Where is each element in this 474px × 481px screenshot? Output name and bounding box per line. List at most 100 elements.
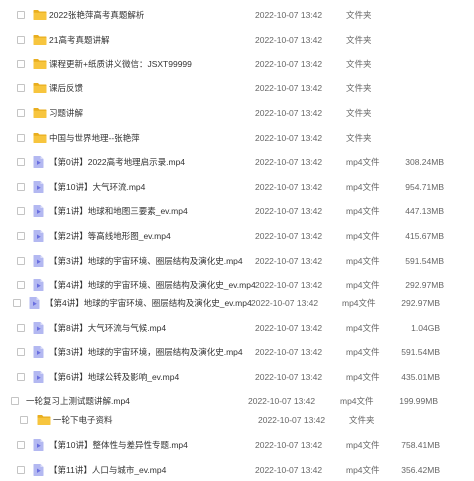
- modified-date: 2022-10-07 13:42: [255, 133, 323, 143]
- modified-date: 2022-10-07 13:42: [251, 298, 319, 308]
- file-size: 199.99MB: [399, 396, 438, 406]
- file-type: 文件夹: [346, 133, 372, 143]
- row-checkbox[interactable]: [20, 416, 28, 424]
- row-checkbox[interactable]: [17, 466, 25, 474]
- file-name[interactable]: 课程更新+纸质讲义微信：JSXT99999: [49, 58, 192, 70]
- row-checkbox[interactable]: [17, 84, 25, 92]
- row-checkbox[interactable]: [17, 134, 25, 142]
- file-name[interactable]: 【第10讲】整体性与差异性专题.mp4: [49, 439, 188, 451]
- file-row[interactable]: 21高考真题讲解 2022-10-07 13:42 文件夹: [0, 30, 474, 50]
- file-row[interactable]: 【第6讲】地球公转及影响_ev.mp4 2022-10-07 13:42 mp4文件…: [0, 367, 474, 387]
- file-size: 954.71MB: [405, 182, 444, 192]
- file-row[interactable]: 【第11讲】人口与城市_ev.mp4 2022-10-07 13:42 mp4文件 3…: [0, 460, 474, 480]
- folder-icon: [37, 415, 51, 426]
- file-type: mp4文件: [346, 256, 380, 266]
- file-size: 435.01MB: [401, 372, 440, 382]
- folder-icon: [33, 35, 47, 46]
- file-row[interactable]: 【第1讲】地球和地图三要素_ev.mp4 2022-10-07 13:42 mp4文…: [0, 201, 474, 221]
- file-name[interactable]: 课后反馈: [49, 82, 83, 94]
- modified-date: 2022-10-07 13:42: [255, 182, 323, 192]
- video-file-icon: [33, 279, 44, 292]
- file-row[interactable]: 【第8讲】大气环流与气候.mp4 2022-10-07 13:42 mp4文件 1.0…: [0, 318, 474, 338]
- file-name[interactable]: 【第10讲】大气环流.mp4: [49, 181, 145, 193]
- file-name[interactable]: 21高考真题讲解: [49, 34, 109, 46]
- file-row[interactable]: 一轮复习上测试题讲解.mp4 2022-10-07 13:42 mp4文件 199.9…: [0, 391, 474, 411]
- row-checkbox[interactable]: [13, 299, 21, 307]
- file-type: mp4文件: [346, 231, 380, 241]
- modified-date: 2022-10-07 13:42: [255, 35, 323, 45]
- file-type: mp4文件: [346, 280, 380, 290]
- file-name[interactable]: 【第11讲】人口与城市_ev.mp4: [49, 464, 166, 476]
- file-row[interactable]: 【第4讲】地球的宇宙环境、圈层结构及演化史_ev.mp4 2022-10-07 1…: [0, 293, 474, 313]
- file-name[interactable]: 【第3讲】地球的宇宙环境，圈层结构及演化史.mp4: [49, 346, 243, 358]
- file-type: mp4文件: [346, 372, 380, 382]
- folder-icon: [33, 133, 47, 144]
- row-checkbox[interactable]: [17, 257, 25, 265]
- modified-date: 2022-10-07 13:42: [255, 372, 323, 382]
- folder-icon: [33, 10, 47, 21]
- file-row[interactable]: 【第3讲】地球的宇宙环境、圈层结构及演化史.mp4 2022-10-07 13:4…: [0, 251, 474, 271]
- row-checkbox[interactable]: [17, 281, 25, 289]
- file-name[interactable]: 一轮复习上测试题讲解.mp4: [26, 395, 130, 407]
- row-checkbox[interactable]: [11, 397, 19, 405]
- file-name[interactable]: 【第3讲】地球的宇宙环境、圈层结构及演化史.mp4: [49, 255, 243, 267]
- video-file-icon: [33, 371, 44, 384]
- file-row[interactable]: 【第10讲】整体性与差异性专题.mp4 2022-10-07 13:42 mp4文件…: [0, 435, 474, 455]
- row-checkbox[interactable]: [17, 11, 25, 19]
- file-type: 文件夹: [349, 415, 375, 425]
- video-file-icon: [33, 181, 44, 194]
- file-size: 591.54MB: [405, 256, 444, 266]
- video-file-icon: [29, 297, 40, 310]
- file-name[interactable]: 【第2讲】等高线地形图_ev.mp4: [49, 230, 171, 242]
- file-type: mp4文件: [346, 206, 380, 216]
- row-checkbox[interactable]: [17, 324, 25, 332]
- file-type: 文件夹: [346, 10, 372, 20]
- file-row[interactable]: 【第10讲】大气环流.mp4 2022-10-07 13:42 mp4文件 954.7…: [0, 177, 474, 197]
- row-checkbox[interactable]: [17, 183, 25, 191]
- file-name[interactable]: 习题讲解: [49, 107, 83, 119]
- file-name[interactable]: 【第6讲】地球公转及影响_ev.mp4: [49, 371, 179, 383]
- file-name[interactable]: 2022张艳萍高考真题解析: [49, 9, 144, 21]
- row-checkbox[interactable]: [17, 348, 25, 356]
- folder-icon: [33, 83, 47, 94]
- file-row[interactable]: 2022张艳萍高考真题解析 2022-10-07 13:42 文件夹: [0, 5, 474, 25]
- file-row[interactable]: 一轮下电子资料 2022-10-07 13:42 文件夹: [0, 410, 474, 430]
- file-row[interactable]: 【第4讲】地球的宇宙环境、圈层结构及演化史_ev.mp4 2022-10-07 1…: [0, 275, 474, 295]
- row-checkbox[interactable]: [17, 36, 25, 44]
- row-checkbox[interactable]: [17, 158, 25, 166]
- modified-date: 2022-10-07 13:42: [255, 206, 323, 216]
- row-checkbox[interactable]: [17, 441, 25, 449]
- file-row[interactable]: 习题讲解 2022-10-07 13:42 文件夹: [0, 103, 474, 123]
- file-type: 文件夹: [346, 83, 372, 93]
- file-size: 292.97MB: [401, 298, 440, 308]
- file-row[interactable]: 课程更新+纸质讲义微信：JSXT99999 2022-10-07 13:42 文件夹: [0, 54, 474, 74]
- file-name[interactable]: 【第4讲】地球的宇宙环境、圈层结构及演化史_ev.mp4: [49, 279, 256, 291]
- modified-date: 2022-10-07 13:42: [255, 108, 323, 118]
- file-name[interactable]: 【第1讲】地球和地图三要素_ev.mp4: [49, 205, 188, 217]
- file-name[interactable]: 【第4讲】地球的宇宙环境、圈层结构及演化史_ev.mp4: [45, 297, 252, 309]
- video-file-icon: [33, 322, 44, 335]
- file-row[interactable]: 【第0讲】2022高考地理启示录.mp4 2022-10-07 13:42 mp4文…: [0, 152, 474, 172]
- row-checkbox[interactable]: [17, 207, 25, 215]
- file-name[interactable]: 【第0讲】2022高考地理启示录.mp4: [49, 156, 185, 168]
- file-name[interactable]: 中国与世界地理--张艳萍: [49, 132, 140, 144]
- file-list: 2022张艳萍高考真题解析 2022-10-07 13:42 文件夹 21高考真题讲…: [0, 0, 474, 481]
- row-checkbox[interactable]: [17, 373, 25, 381]
- file-row[interactable]: 中国与世界地理--张艳萍 2022-10-07 13:42 文件夹: [0, 128, 474, 148]
- file-name[interactable]: 一轮下电子资料: [53, 414, 113, 426]
- file-row[interactable]: 【第2讲】等高线地形图_ev.mp4 2022-10-07 13:42 mp4文件 4…: [0, 226, 474, 246]
- file-row[interactable]: 课后反馈 2022-10-07 13:42 文件夹: [0, 78, 474, 98]
- file-size: 591.54MB: [401, 347, 440, 357]
- row-checkbox[interactable]: [17, 109, 25, 117]
- file-type: 文件夹: [346, 108, 372, 118]
- modified-date: 2022-10-07 13:42: [255, 323, 323, 333]
- file-size: 1.04GB: [411, 323, 440, 333]
- row-checkbox[interactable]: [17, 232, 25, 240]
- file-type: 文件夹: [346, 35, 372, 45]
- file-row[interactable]: 【第3讲】地球的宇宙环境，圈层结构及演化史.mp4 2022-10-07 13:4…: [0, 342, 474, 362]
- row-checkbox[interactable]: [17, 60, 25, 68]
- file-type: mp4文件: [346, 465, 380, 475]
- file-name[interactable]: 【第8讲】大气环流与气候.mp4: [49, 322, 166, 334]
- video-file-icon: [33, 205, 44, 218]
- file-type: mp4文件: [346, 440, 380, 450]
